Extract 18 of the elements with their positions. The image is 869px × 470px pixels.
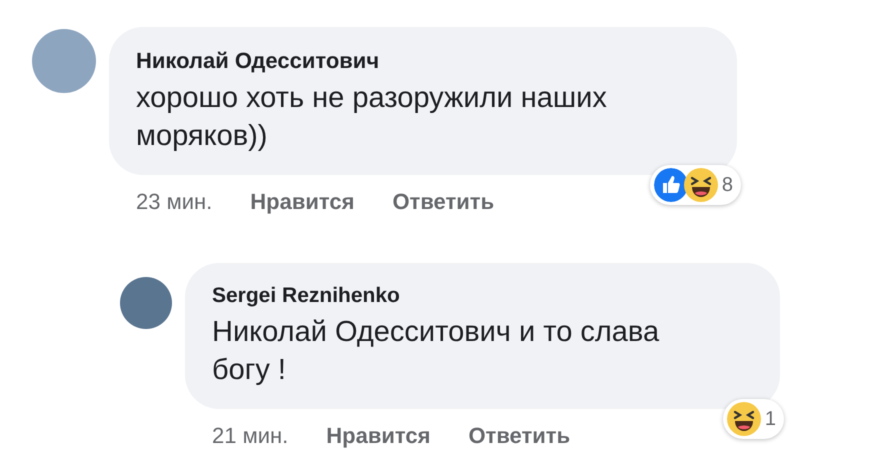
action-link[interactable]: Нравится [250, 185, 354, 218]
action-link[interactable]: Ответить [468, 419, 570, 452]
like-reaction-icon [654, 168, 688, 202]
comment-text: хорошо хоть не разоружили наших моряков)) [136, 81, 608, 154]
laughing-face-icon [726, 402, 761, 436]
author-name[interactable]: Николай Одесситович [136, 47, 713, 75]
avatar-photo-placeholder[interactable] [120, 277, 172, 329]
timestamp[interactable]: 21 мин. [212, 419, 288, 452]
reactions-badge[interactable]: 8 [650, 165, 741, 205]
timestamp[interactable]: 23 мин. [136, 185, 212, 218]
laughing-face-icon [684, 168, 718, 202]
reaction-count: 1 [764, 407, 776, 432]
reactions-badge[interactable]: 1 [722, 399, 784, 439]
comment-text: Николай Одесситович и то слава богу ! [212, 315, 660, 388]
action-link[interactable]: Нравится [326, 419, 430, 452]
action-link[interactable]: Ответить [392, 185, 494, 218]
reaction-count: 8 [722, 173, 733, 198]
author-name[interactable]: Sergei Reznihenko [212, 283, 690, 309]
